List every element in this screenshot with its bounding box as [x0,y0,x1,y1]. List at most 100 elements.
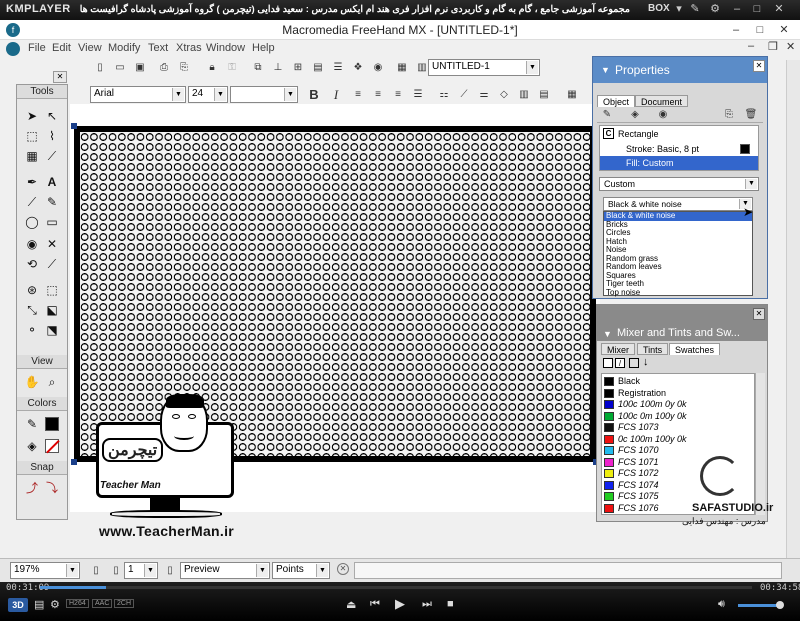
seek-bar[interactable] [40,586,752,589]
menu-window[interactable]: Window [206,42,245,54]
volume-slider[interactable] [738,601,784,609]
page-next-icon[interactable]: ▯ [162,563,178,579]
snap-to-point-icon[interactable]: ⤴ [23,479,41,497]
mesh-tool-icon[interactable]: ⬚ [43,281,61,299]
lasso-tool-icon[interactable]: ⌇ [43,127,61,145]
selection-handle[interactable] [71,459,77,465]
arrow-down-icon[interactable]: ↓ [643,356,649,368]
collapse-arrow-icon[interactable]: ▼ [603,329,612,339]
pen-tool-icon[interactable]: ✒ [23,173,41,191]
open-icon[interactable]: ▭ [112,60,128,76]
menu-text[interactable]: Text [148,42,168,54]
ellipse-tool-icon[interactable]: ◯ [23,213,41,231]
swatch-row[interactable]: FCS 1073 [604,422,754,434]
page-select[interactable]: 1 ▼ [124,562,158,579]
hand-tool-icon[interactable]: ✋ [23,373,41,391]
menu-modify[interactable]: Modify [108,42,140,54]
add-stroke-icon[interactable]: ✎ [599,107,615,123]
polygon-tool-icon[interactable]: ✕ [43,235,61,253]
swatch-row[interactable]: 100c 100m 0y 0k [604,399,754,411]
stop-icon[interactable]: ■ [447,598,454,610]
close-icon[interactable]: ✕ [772,20,796,40]
rotate-tool-icon[interactable]: ⟲ [23,255,41,273]
text-effect-icon[interactable]: ⚌ [476,87,492,103]
player-maximize-icon[interactable]: □ [750,2,764,16]
page-tool-icon[interactable]: ⬚ [23,127,41,145]
text-flow-icon[interactable]: ⚏ [436,87,452,103]
group-icon[interactable]: ⧉ [250,60,266,76]
menu-edit[interactable]: Edit [52,42,71,54]
rectangle-tool-icon[interactable]: ▭ [43,213,61,231]
document-select[interactable]: UNTITLED-1 ▼ [428,59,540,76]
tab-document[interactable]: Document [635,95,689,107]
menu-file[interactable]: File [28,42,46,54]
menu-xtras[interactable]: Xtras [176,42,202,54]
properties-close-icon[interactable]: ✕ [753,60,765,72]
swatch-scrollbar[interactable] [755,373,765,515]
player-menu-icon[interactable]: ▾ [672,2,686,16]
add-fill-icon[interactable]: ◈ [627,107,643,123]
align-center-icon[interactable]: ≡ [370,87,386,103]
font-select[interactable]: Arial ▼ [90,86,186,103]
page-prev-icon[interactable]: ▯ [88,563,104,579]
tab-tints[interactable]: Tints [637,343,669,355]
tab-object[interactable]: Object [597,95,636,107]
font-size-select[interactable]: 24 ▼ [188,86,228,103]
player-minimize-icon[interactable]: – [730,2,744,16]
pencil-tool-icon[interactable]: ✎ [43,193,61,211]
swatch-row[interactable]: Black [604,376,754,388]
page-icon[interactable]: ▯ [108,563,124,579]
tools-close-icon[interactable]: ✕ [53,71,67,83]
object-row-fill[interactable]: Fill: Custom [600,156,758,170]
lock-icon[interactable]: 🔒︎ [204,60,220,76]
doc-restore-icon[interactable]: ❐ [768,40,778,53]
document-scrollbar[interactable] [786,60,800,578]
line-tool-icon[interactable]: ⟋ [23,193,41,211]
swatch-row[interactable]: Registration [604,388,754,400]
import-icon[interactable]: ⎙ [156,60,172,76]
stroke-swatch-icon[interactable] [603,358,613,368]
fill-type-select[interactable]: Custom ▼ [599,177,759,191]
menu-help[interactable]: Help [252,42,275,54]
document-icon[interactable] [6,42,20,56]
volume-icon[interactable]: 🔊︎ [718,598,725,611]
swatch-row[interactable]: FCS 1075 [604,491,754,503]
eyedropper-tool-icon[interactable]: ⟋ [43,147,61,165]
text-tool-icon[interactable]: A [43,173,61,191]
perspective-tool-icon[interactable]: ⊛ [23,281,41,299]
export-icon[interactable]: ⎘ [176,60,192,76]
align-right-icon[interactable]: ≡ [390,87,406,103]
stroke-color-chip[interactable] [740,144,750,154]
swatch-row[interactable]: 100c 0m 100y 0k [604,411,754,423]
stroke-color-icon[interactable]: ✎ [23,415,41,433]
italic-icon[interactable]: I [328,87,344,103]
doc-minimize-icon[interactable]: – [748,40,754,52]
volume-knob[interactable] [776,601,784,609]
styles-icon[interactable]: ❖ [350,60,366,76]
units-select[interactable]: Points ▼ [272,562,330,579]
collapse-arrow-icon[interactable]: ▼ [601,65,610,75]
3d-button[interactable]: 3D [8,598,28,612]
trash-icon[interactable]: 🗑︎ [743,107,759,123]
pointer-tool-icon[interactable]: ➤ [23,107,41,125]
mixer-close-icon[interactable]: ✕ [753,308,765,320]
tab-mixer[interactable]: Mixer [601,343,635,355]
eject-icon[interactable]: ⏏ [346,598,356,611]
layers-icon[interactable]: ☰ [330,60,346,76]
justify-icon[interactable]: ☰ [410,87,426,103]
cancel-icon[interactable]: ✕ [337,563,349,575]
zoom-tool-icon[interactable]: ⌕ [43,373,61,391]
scale-tool-icon[interactable]: ⤡ [23,301,41,319]
knife-tool-icon[interactable]: ⟋ [43,255,61,273]
player-close-icon[interactable]: ✕ [772,2,786,16]
previous-icon[interactable]: ⏮ [370,598,380,611]
swatches-icon[interactable]: ▦ [394,60,410,76]
duplicate-icon[interactable]: ⎘ [721,107,737,123]
player-settings-icon[interactable]: ⚙ [50,598,60,611]
text-editor-icon[interactable]: ▦ [564,87,580,103]
add-effect-icon[interactable]: ◉ [655,107,671,123]
unlock-icon[interactable]: ⚿ [224,60,240,76]
zoom-select[interactable]: 197% ▼ [10,562,80,579]
new-document-icon[interactable]: ▯ [92,60,108,76]
stroke-swatch[interactable] [45,417,59,431]
